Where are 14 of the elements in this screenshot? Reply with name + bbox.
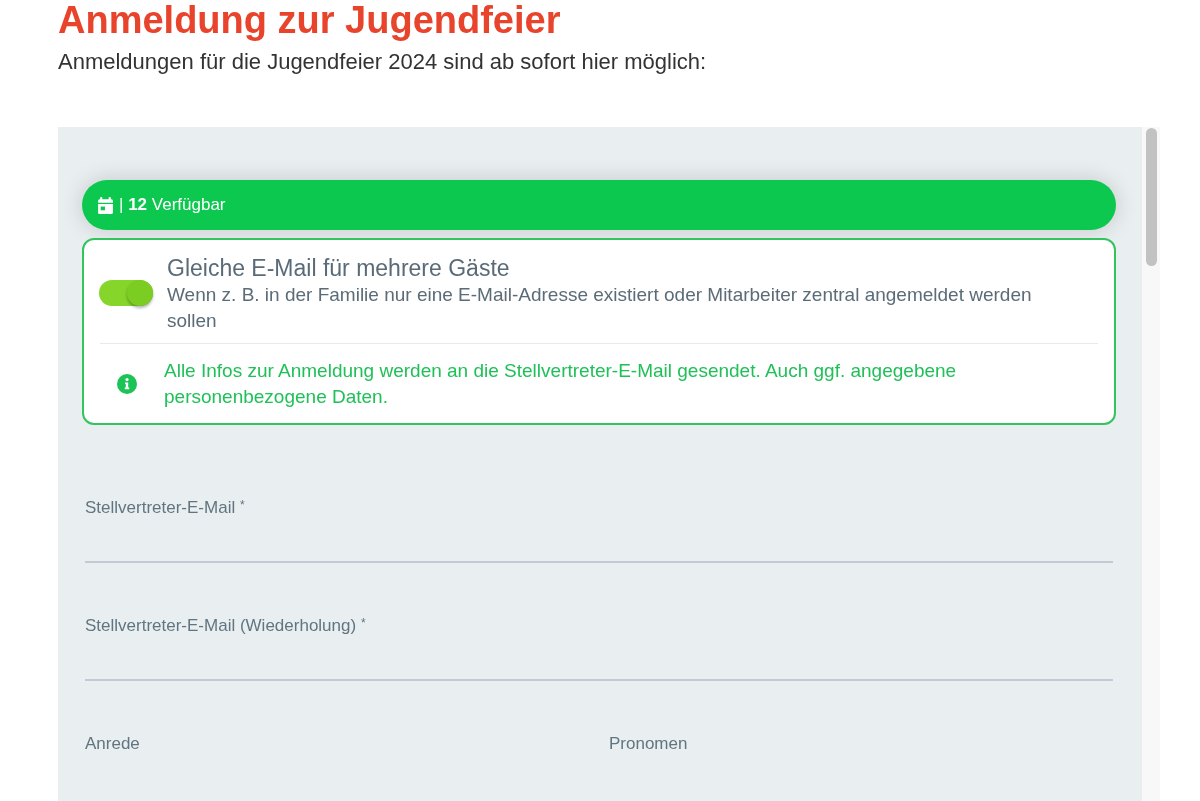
- field-label: Pronomen: [609, 733, 688, 755]
- field-label: Stellvertreter-E-Mail (Wiederholung) $^{*}$: [85, 615, 367, 637]
- option-title: Gleiche E-Mail für mehrere Gäste: [167, 254, 511, 282]
- intro-text: Anmeldungen für die Jugendfeier 2024 sind ab sofort hier möglich:: [58, 48, 707, 76]
- toggle-switch[interactable]: [99, 280, 153, 306]
- page-heading: Anmeldung zur Jugendfeier: [58, 0, 561, 40]
- scrollbar-thumb[interactable]: [1146, 128, 1157, 266]
- availability-text: | 12 Verfügbar: [119, 194, 226, 216]
- field-label: Stellvertreter-E-Mail $^{*}$: [85, 497, 246, 519]
- option-description: Wenn z. B. in der Familie nur eine E-Mail-Adresse existiert oder Mitarbeiter zentral angemeldet werden sollen: [167, 283, 1033, 333]
- calendar-icon: [97, 196, 114, 214]
- info-icon: [117, 374, 137, 394]
- info-text: Alle Infos zur Anmeldung werden an die Stellvertreter-E-Mail gesendet. Auch ggf. angegebene personenbezogene Daten.: [164, 359, 958, 409]
- field-label: Anrede: [85, 733, 140, 755]
